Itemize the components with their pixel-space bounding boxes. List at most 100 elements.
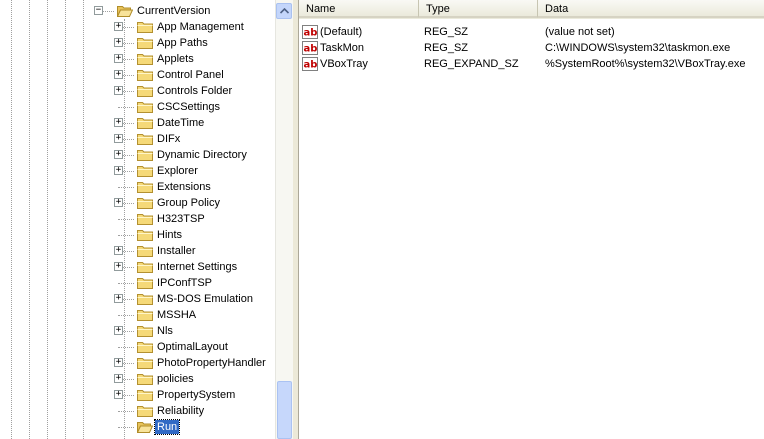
tree-item[interactable]: + App Management [0, 19, 275, 35]
expand-icon[interactable]: + [114, 54, 123, 63]
expand-icon[interactable]: + [114, 326, 123, 335]
scroll-thumb[interactable] [277, 381, 292, 439]
tree-item-label: Control Panel [157, 69, 224, 81]
string-value-icon: ab [302, 57, 318, 71]
tree-item[interactable]: + Controls Folder [0, 83, 275, 99]
value-type: REG_EXPAND_SZ [424, 58, 519, 70]
tree-item-label: IPConfTSP [157, 277, 213, 289]
tree-connector-line [118, 347, 134, 348]
column-header-type[interactable]: Type [419, 0, 538, 18]
tree-item-label: App Management [157, 21, 244, 33]
tree-item[interactable]: Hints [0, 227, 275, 243]
list-header: Name Type Data [299, 0, 764, 19]
tree-item[interactable]: H323TSP [0, 211, 275, 227]
tree-item-label: DateTime [157, 117, 205, 129]
folder-icon [137, 277, 153, 289]
tree-item-label: App Paths [157, 37, 208, 49]
open-folder-icon [136, 421, 154, 433]
folder-icon [137, 53, 153, 65]
tree-item-label: H323TSP [157, 213, 205, 225]
tree-item[interactable]: Run [0, 419, 275, 435]
expand-icon[interactable]: + [114, 166, 123, 175]
expand-icon[interactable]: + [114, 262, 123, 271]
tree-connector-line [118, 427, 134, 428]
expand-icon[interactable]: + [114, 118, 123, 127]
registry-values-list[interactable]: Name Type Data ab (Default) REG_SZ (value n… [299, 0, 764, 439]
expand-icon[interactable]: + [114, 70, 123, 79]
svg-text:ab: ab [304, 28, 318, 39]
tree-item[interactable]: + MS-DOS Emulation [0, 291, 275, 307]
tree-item[interactable]: + App Paths [0, 35, 275, 51]
list-item[interactable]: ab (Default) REG_SZ (value not set) [299, 24, 764, 40]
tree-item-label: Controls Folder [157, 85, 233, 97]
tree-item[interactable]: + PropertySystem [0, 387, 275, 403]
scroll-up-button[interactable] [276, 3, 292, 19]
tree-guide-line [124, 19, 125, 439]
tree-item[interactable]: + DateTime [0, 115, 275, 131]
tree-item-label: Dynamic Directory [157, 149, 247, 161]
folder-icon [137, 245, 153, 257]
tree-item[interactable]: + Dynamic Directory [0, 147, 275, 163]
svg-text:ab: ab [304, 60, 318, 71]
expand-icon[interactable]: + [114, 294, 123, 303]
folder-icon [137, 69, 153, 81]
tree-item[interactable]: + Nls [0, 323, 275, 339]
tree-item[interactable]: + Internet Settings [0, 259, 275, 275]
tree-item[interactable]: + Explorer [0, 163, 275, 179]
tree-item[interactable]: + Installer [0, 243, 275, 259]
tree-item[interactable]: + DIFx [0, 131, 275, 147]
value-type: REG_SZ [424, 42, 469, 54]
folder-icon [137, 149, 153, 161]
expand-icon[interactable]: + [114, 390, 123, 399]
tree-item-label: CurrentVersion [137, 5, 211, 17]
column-header-name[interactable]: Name [299, 0, 419, 18]
tree-item[interactable]: + Applets [0, 51, 275, 67]
tree-item-label: Explorer [157, 165, 198, 177]
tree-item-label: PropertySystem [157, 389, 236, 401]
column-header-data[interactable]: Data [538, 0, 764, 18]
folder-icon [137, 405, 153, 417]
tree-item-label: Run [153, 419, 181, 435]
registry-key-tree[interactable]: − CurrentVersion + App Management + App Paths… [0, 0, 275, 439]
folder-icon [137, 261, 153, 273]
list-item[interactable]: ab TaskMon REG_SZ C:\WINDOWS\system32\taskm… [299, 40, 764, 56]
expand-icon[interactable]: + [114, 86, 123, 95]
folder-icon [137, 309, 153, 321]
tree-connector-line [118, 283, 134, 284]
list-item[interactable]: ab VBoxTray REG_EXPAND_SZ %SystemRoot%\syst… [299, 56, 764, 72]
tree-connector-line [118, 411, 134, 412]
tree-item[interactable]: + Control Panel [0, 67, 275, 83]
tree-item[interactable]: IPConfTSP [0, 275, 275, 291]
tree-item[interactable]: Reliability [0, 403, 275, 419]
value-type: REG_SZ [424, 26, 469, 38]
tree-vertical-scrollbar[interactable] [275, 0, 293, 439]
string-value-icon: ab [302, 25, 318, 39]
tree-item[interactable]: MSSHA [0, 307, 275, 323]
tree-item[interactable]: + PhotoPropertyHandler [0, 355, 275, 371]
tree-item[interactable]: Extensions [0, 179, 275, 195]
tree-item-label: Group Policy [157, 197, 220, 209]
tree-item-label: MS-DOS Emulation [157, 293, 253, 305]
expand-icon[interactable]: + [114, 198, 123, 207]
scroll-up-arrow-icon [280, 8, 289, 14]
tree-item[interactable]: − CurrentVersion [0, 3, 275, 19]
value-name: (Default) [320, 26, 363, 38]
folder-icon [137, 373, 153, 385]
open-folder-icon [116, 5, 134, 17]
expand-icon[interactable]: + [114, 38, 123, 47]
expand-icon[interactable]: + [114, 22, 123, 31]
expand-icon[interactable]: + [114, 150, 123, 159]
expand-icon[interactable]: + [114, 358, 123, 367]
tree-item[interactable]: CSCSettings [0, 99, 275, 115]
tree-item-label: Extensions [157, 181, 211, 193]
folder-icon [137, 117, 153, 129]
expand-icon[interactable]: + [114, 134, 123, 143]
collapse-icon[interactable]: − [94, 6, 103, 15]
tree-item-label: Internet Settings [157, 261, 238, 273]
expand-icon[interactable]: + [114, 374, 123, 383]
folder-icon [137, 293, 153, 305]
tree-item[interactable]: + policies [0, 371, 275, 387]
expand-icon[interactable]: + [114, 246, 123, 255]
tree-item[interactable]: OptimalLayout [0, 339, 275, 355]
tree-item[interactable]: + Group Policy [0, 195, 275, 211]
